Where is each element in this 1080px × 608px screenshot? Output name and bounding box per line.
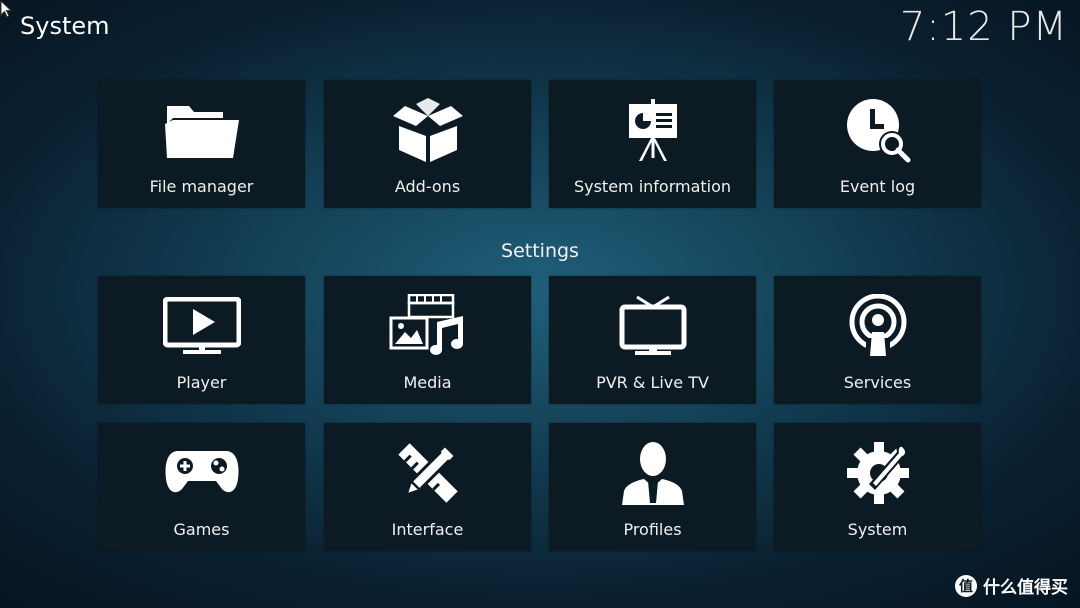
- tile-media[interactable]: Media: [324, 276, 531, 404]
- tile-system[interactable]: System: [774, 423, 981, 551]
- folder-icon: [164, 106, 239, 158]
- tile-label: Interface: [391, 520, 464, 539]
- gear-wrench-icon: [846, 442, 909, 504]
- tile-label: Games: [173, 520, 230, 539]
- pencil-ruler-icon: [397, 443, 458, 503]
- tile-event-log[interactable]: Event log: [774, 80, 981, 208]
- tile-label: Services: [843, 373, 912, 392]
- mouse-cursor-icon: [0, 0, 13, 18]
- page-title: System: [20, 12, 110, 40]
- user-silhouette-icon: [621, 442, 684, 505]
- tile-label: File manager: [149, 177, 254, 196]
- tv-antenna-icon: [619, 295, 686, 355]
- watermark-logo-icon: 值: [955, 574, 977, 597]
- tile-label: Media: [403, 373, 452, 392]
- tile-system-information[interactable]: System information: [549, 80, 756, 208]
- tile-label: Add-ons: [394, 177, 461, 196]
- tile-services[interactable]: Services: [774, 276, 981, 404]
- tile-add-ons[interactable]: Add-ons: [324, 80, 531, 208]
- tile-player[interactable]: Player: [98, 276, 305, 404]
- tile-interface[interactable]: Interface: [324, 423, 531, 551]
- clock-search-icon: [846, 99, 910, 163]
- tile-label: Player: [176, 373, 227, 392]
- tile-label: System: [847, 520, 908, 539]
- gamepad-icon: [165, 451, 238, 493]
- tile-profiles[interactable]: Profiles: [549, 423, 756, 551]
- tile-label: System information: [573, 177, 732, 196]
- tile-games[interactable]: Games: [98, 423, 305, 551]
- tile-label: Event log: [839, 177, 916, 196]
- tile-file-manager[interactable]: File manager: [98, 80, 305, 208]
- open-box-icon: [392, 98, 463, 162]
- monitor-play-icon: [162, 297, 241, 354]
- tile-label: Profiles: [623, 520, 682, 539]
- tile-label: PVR & Live TV: [596, 373, 709, 392]
- watermark: 值 什么值得买: [955, 573, 1068, 598]
- tile-pvr-live-tv[interactable]: PVR & Live TV: [549, 276, 756, 404]
- broadcast-icon: [849, 294, 906, 358]
- presentation-easel-icon: [628, 99, 677, 161]
- section-heading-settings: Settings: [501, 240, 579, 262]
- media-collage-icon: [389, 294, 463, 355]
- clock: 7:12 PM: [899, 4, 1068, 50]
- watermark-text: 什么值得买: [983, 578, 1068, 598]
